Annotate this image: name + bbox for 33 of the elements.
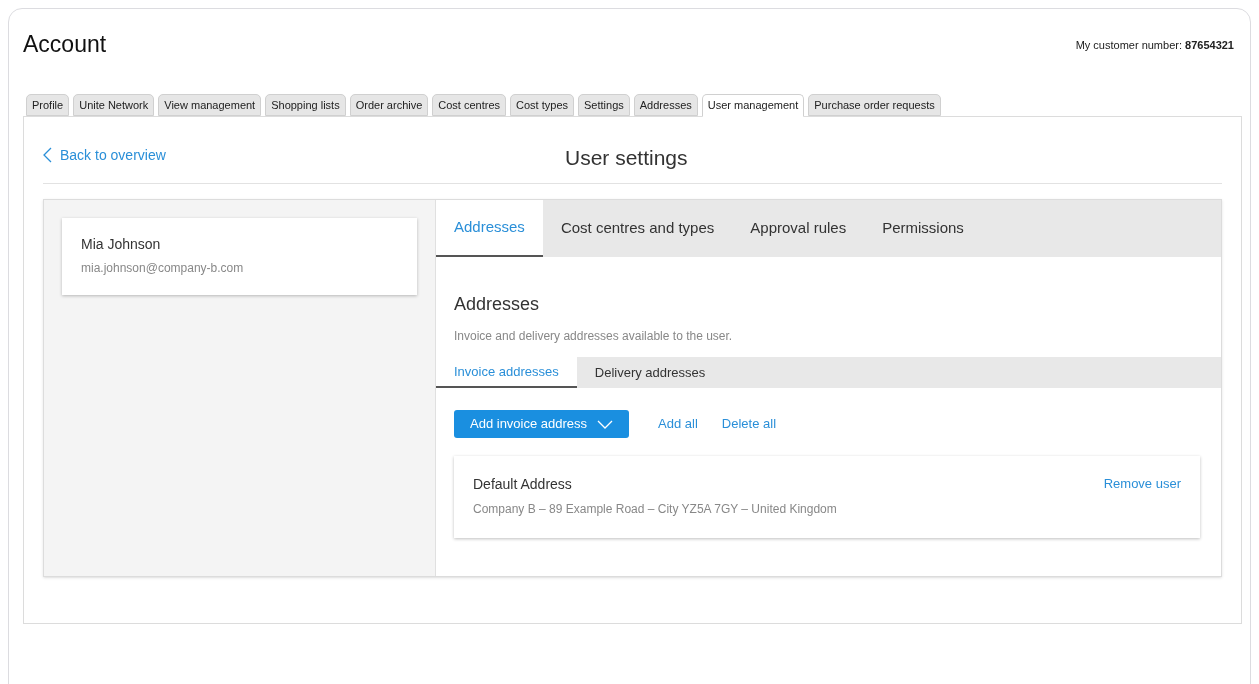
page-title: Account — [23, 30, 107, 59]
user-section-tab[interactable]: Cost centres and types — [542, 200, 733, 257]
user-email: mia.johnson@company-b.com — [81, 260, 245, 277]
addresses-description: Invoice and delivery addresses available to the user. — [454, 328, 734, 345]
account-tab[interactable]: Addresses — [633, 94, 698, 116]
user-section-tab[interactable]: Permissions — [864, 200, 982, 257]
account-tab[interactable]: Unite Network — [73, 94, 155, 116]
user-section-tab[interactable]: Addresses — [436, 200, 543, 257]
section-heading: User settings — [565, 145, 688, 171]
back-link[interactable]: Back to overview — [43, 144, 166, 166]
account-tab[interactable]: Cost types — [510, 94, 575, 116]
account-tab[interactable]: Shopping lists — [265, 94, 346, 116]
address-line: Company B – 89 Example Road – City YZ5A 7GY – United Kingdom — [473, 501, 837, 518]
user-card[interactable]: Mia Johnson mia.johnson@company-b.com — [62, 218, 417, 295]
chevron-down-icon — [597, 419, 614, 429]
chevron-left-icon — [43, 147, 52, 163]
address-tab[interactable]: Delivery addresses — [576, 357, 724, 388]
account-tab[interactable]: View management — [158, 94, 262, 116]
address-tab[interactable]: Invoice addresses — [436, 357, 577, 388]
address-name: Default Address — [473, 475, 573, 494]
account-tab[interactable]: Cost centres — [432, 94, 507, 116]
remove-user-link[interactable]: Remove user — [1103, 474, 1181, 518]
account-tab[interactable]: Settings — [578, 94, 630, 116]
user-section-tab[interactable]: Approval rules — [732, 200, 865, 257]
delete-all-link[interactable]: Delete all — [721, 414, 777, 434]
account-tab[interactable]: User management — [701, 94, 805, 117]
customer-number: My customer number: 87654321 — [1075, 38, 1234, 53]
account-tab[interactable]: Profile — [26, 94, 70, 116]
account-tab[interactable]: Purchase order requests — [808, 94, 941, 116]
account-tab[interactable]: Order archive — [349, 94, 429, 116]
addresses-title: Addresses — [454, 293, 541, 316]
user-name: Mia Johnson — [81, 235, 162, 254]
add-all-link[interactable]: Add all — [658, 414, 698, 434]
